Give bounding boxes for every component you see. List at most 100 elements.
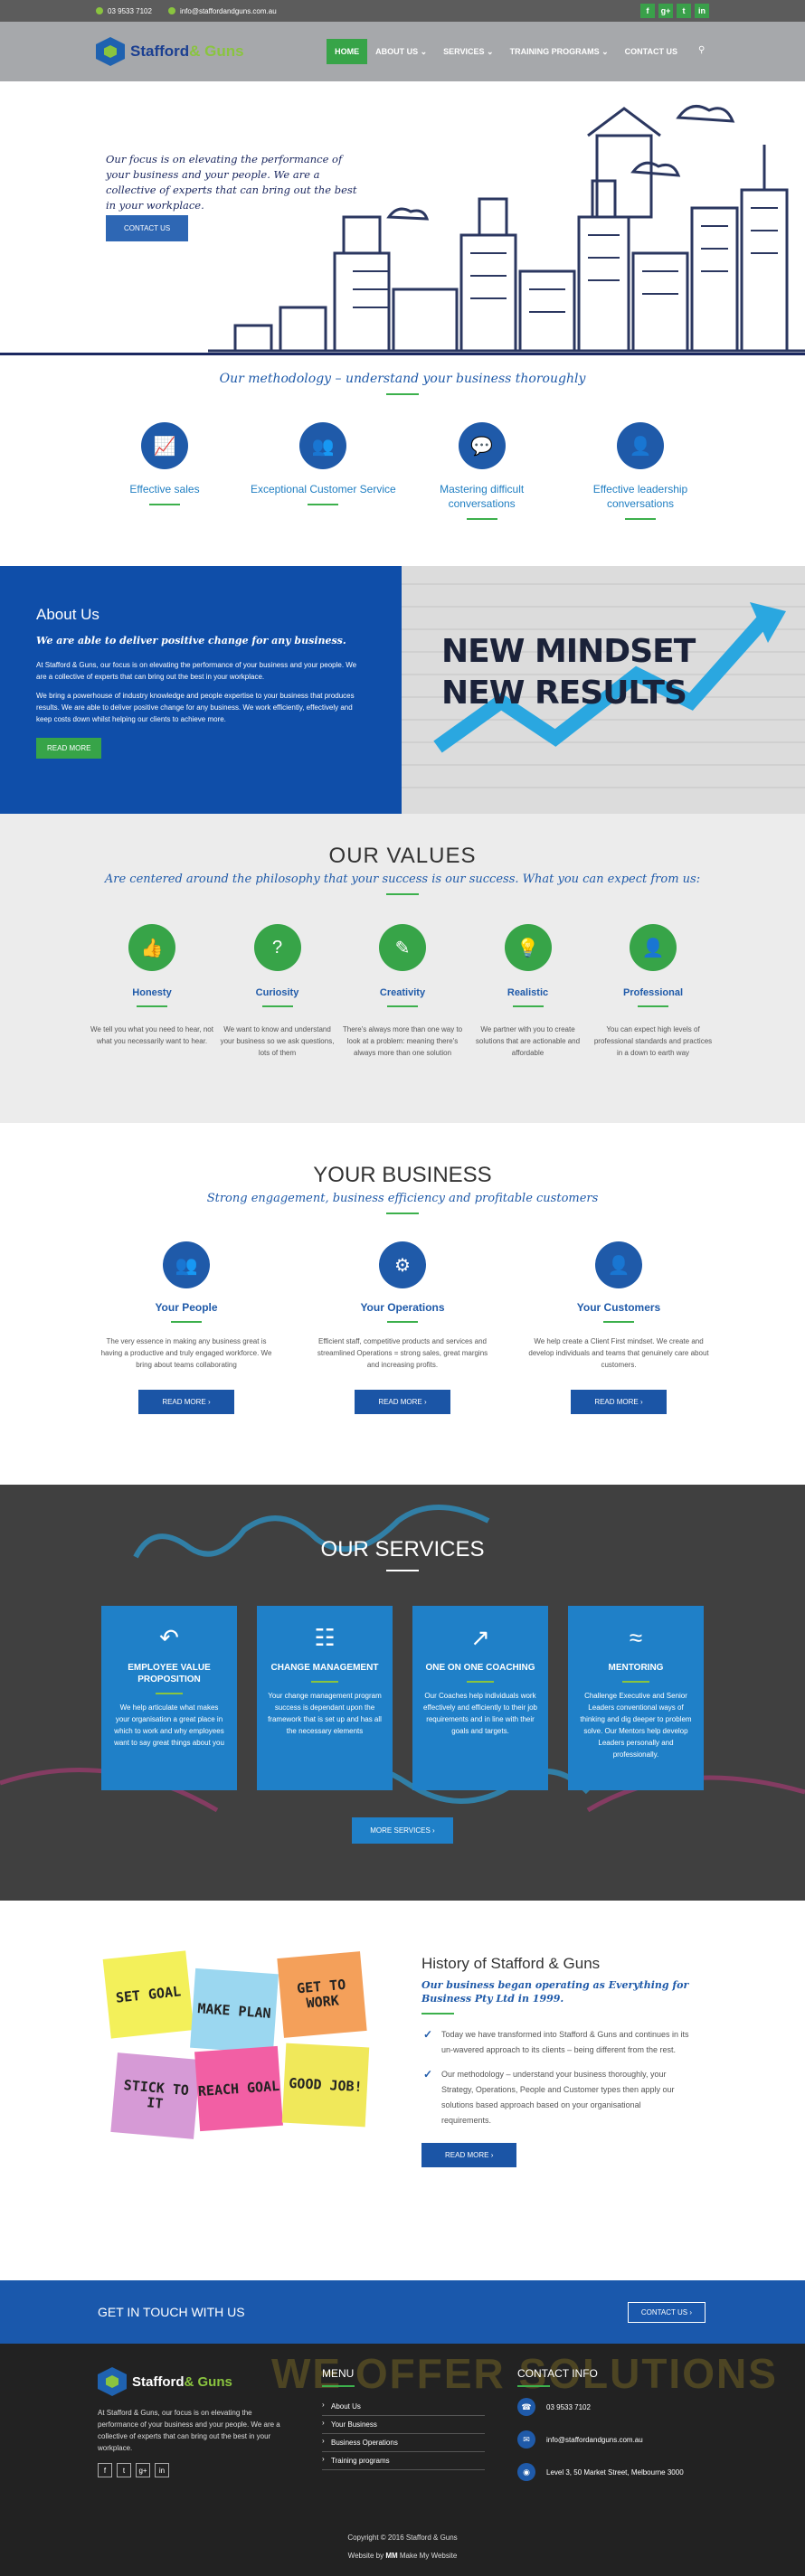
value-realistic: 💡 Realistic We partner with you to create … bbox=[467, 924, 590, 1059]
mail-icon bbox=[167, 7, 175, 14]
service-text: Challenge Executive and Senior Leaders c… bbox=[580, 1692, 692, 1759]
phone-icon bbox=[96, 7, 103, 14]
divider bbox=[386, 893, 419, 895]
footer-phone[interactable]: ☎ 03 9533 7102 bbox=[517, 2398, 716, 2416]
operations-read-more-button[interactable]: READ MORE › bbox=[355, 1390, 450, 1414]
nav-contact[interactable]: CONTACT US bbox=[617, 39, 686, 64]
footer-about: Stafford& Guns At Stafford & Guns, our f… bbox=[98, 2367, 289, 2496]
people-read-more-button[interactable]: READ MORE › bbox=[138, 1390, 234, 1414]
top-contact: 03 9533 7102 info@staffordandguns.com.au bbox=[96, 7, 277, 15]
footer-menu-item[interactable]: Training programs bbox=[322, 2452, 485, 2470]
divider bbox=[386, 393, 419, 395]
footer-contact-title: CONTACT INFO bbox=[517, 2367, 598, 2380]
divider bbox=[261, 1005, 293, 1007]
top-phone[interactable]: 03 9533 7102 bbox=[96, 7, 152, 15]
thumbs-up-icon: 👍 bbox=[128, 924, 175, 971]
logo-hex-icon bbox=[96, 37, 125, 66]
history-points: Today we have transformed into Stafford … bbox=[421, 2027, 693, 2128]
nav-training[interactable]: TRAINING PROGRAMS ⌄ bbox=[502, 39, 617, 65]
business-columns: 👥 Your People The very essence in making a… bbox=[0, 1222, 805, 1414]
divider bbox=[386, 1213, 419, 1214]
top-email[interactable]: info@staffordandguns.com.au bbox=[167, 7, 277, 15]
feature-customer-service[interactable]: 👥 Exceptional Customer Service bbox=[246, 422, 400, 527]
business-section: YOUR BUSINESS Strong engagement, busines… bbox=[0, 1123, 805, 1485]
logo-name: Stafford bbox=[130, 42, 190, 60]
divider bbox=[466, 518, 497, 520]
twitter-icon[interactable]: t bbox=[677, 4, 691, 18]
feature-conversations[interactable]: 💬 Mastering difficult conversations bbox=[405, 422, 559, 527]
value-name: Honesty bbox=[132, 987, 172, 998]
footer-menu-item[interactable]: Business Operations bbox=[322, 2434, 485, 2452]
services-list: ↶ EMPLOYEE VALUE PROPOSITION We help artic… bbox=[0, 1579, 805, 1790]
values-subtitle: Are centered around the philosophy that … bbox=[104, 873, 701, 886]
google-plus-icon[interactable]: g+ bbox=[136, 2463, 150, 2477]
more-services-button[interactable]: MORE SERVICES › bbox=[352, 1817, 453, 1844]
methodology-features: 📈 Effective sales 👥 Exceptional Customer S… bbox=[0, 402, 805, 527]
top-social: f g+ t in bbox=[640, 4, 709, 18]
methodology-title: Our methodology – understand your busine… bbox=[219, 372, 586, 386]
feature-sales[interactable]: 📈 Effective sales bbox=[88, 422, 242, 527]
business-item-text: Efficient staff, competitive products an… bbox=[317, 1337, 488, 1369]
value-text: We want to know and understand your busi… bbox=[220, 1025, 335, 1057]
chevron-down-icon: ⌄ bbox=[487, 46, 494, 56]
footer-menu-item[interactable]: About Us bbox=[322, 2398, 485, 2416]
service-coaching[interactable]: ↗ ONE ON ONE COACHING Our Coaches help ind… bbox=[412, 1606, 548, 1790]
service-evp[interactable]: ↶ EMPLOYEE VALUE PROPOSITION We help artic… bbox=[101, 1606, 237, 1790]
facebook-icon[interactable]: f bbox=[640, 4, 655, 18]
user-icon: 👤 bbox=[630, 924, 677, 971]
linkedin-icon[interactable]: in bbox=[155, 2463, 169, 2477]
get-in-touch-button[interactable]: CONTACT US › bbox=[627, 2301, 706, 2323]
about-subtitle: We are able to deliver positive change f… bbox=[36, 635, 346, 646]
divider bbox=[467, 1681, 494, 1683]
history-subtitle: Our business began operating as Everythi… bbox=[421, 1979, 689, 2005]
divider bbox=[512, 1005, 544, 1007]
service-mentoring[interactable]: ≈ MENTORING Challenge Executive and Senior… bbox=[568, 1606, 704, 1790]
divider bbox=[308, 504, 339, 505]
footer-logo[interactable]: Stafford& Guns bbox=[98, 2367, 289, 2396]
footer-email[interactable]: ✉ info@staffordandguns.com.au bbox=[517, 2430, 716, 2449]
divider bbox=[638, 1005, 668, 1007]
divider bbox=[421, 2013, 454, 2015]
footer-menu-item[interactable]: Your Business bbox=[322, 2416, 485, 2434]
credit-link[interactable]: Make My Website bbox=[400, 2552, 457, 2560]
methodology-section: Our methodology – understand your busine… bbox=[0, 353, 805, 566]
value-text: You can expect high levels of profession… bbox=[593, 1025, 713, 1057]
history-read-more-button[interactable]: READ MORE › bbox=[421, 2143, 517, 2167]
divider bbox=[387, 1005, 418, 1007]
twitter-icon[interactable]: t bbox=[117, 2463, 131, 2477]
sticky-note: REACH GOAL bbox=[194, 2045, 283, 2132]
hero-contact-button[interactable]: CONTACT US bbox=[106, 215, 189, 241]
value-honesty: 👍 Honesty We tell you what you need to hea… bbox=[90, 924, 213, 1059]
sticky-note: STICK TO IT bbox=[110, 2052, 201, 2139]
value-text: We tell you what you need to hear, not w… bbox=[90, 1025, 213, 1045]
service-change-management[interactable]: ☷ CHANGE MANAGEMENT Your change management… bbox=[257, 1606, 393, 1790]
divider bbox=[137, 1005, 167, 1007]
footer-social: f t g+ in bbox=[98, 2463, 289, 2477]
feature-label: Effective leadership conversations bbox=[592, 483, 688, 510]
about-section: About Us We are able to deliver positive… bbox=[0, 566, 805, 814]
sticky-note: SET GOAL bbox=[102, 1950, 194, 2039]
get-in-touch-bar: GET IN TOUCH WITH US CONTACT US › bbox=[0, 2280, 805, 2344]
linkedin-icon[interactable]: in bbox=[695, 4, 709, 18]
about-read-more-button[interactable]: READ MORE bbox=[36, 738, 102, 759]
nav-about[interactable]: ABOUT US ⌄ bbox=[367, 39, 435, 65]
site-header: Stafford& Guns HOME ABOUT US ⌄ SERVICES … bbox=[0, 22, 805, 81]
site-footer: WE OFFER SOLUTIONS Stafford& Guns At Sta… bbox=[0, 2344, 805, 2576]
customers-read-more-button[interactable]: READ MORE › bbox=[571, 1390, 667, 1414]
logo-hex-icon bbox=[98, 2367, 127, 2396]
nav-services[interactable]: SERVICES ⌄ bbox=[435, 39, 501, 65]
facebook-icon[interactable]: f bbox=[98, 2463, 112, 2477]
people-icon: 👥 bbox=[163, 1241, 210, 1288]
google-plus-icon[interactable]: g+ bbox=[658, 4, 673, 18]
value-name: Curiosity bbox=[255, 987, 299, 998]
site-logo[interactable]: Stafford& Guns bbox=[96, 37, 244, 66]
sticky-note: GET TO WORK bbox=[277, 1951, 367, 2038]
search-icon[interactable]: ⚲ bbox=[698, 45, 711, 58]
feature-leadership[interactable]: 👤 Effective leadership conversations bbox=[564, 422, 717, 527]
value-creativity: ✎ Creativity There's always more than one … bbox=[341, 924, 464, 1059]
phone-icon: ☎ bbox=[517, 2398, 535, 2416]
sticky-note: MAKE PLAN bbox=[190, 1967, 279, 2054]
nav-home[interactable]: HOME bbox=[327, 39, 368, 64]
logo-name-accent: & Guns bbox=[189, 42, 244, 60]
business-title: YOUR BUSINESS bbox=[313, 1163, 492, 1187]
